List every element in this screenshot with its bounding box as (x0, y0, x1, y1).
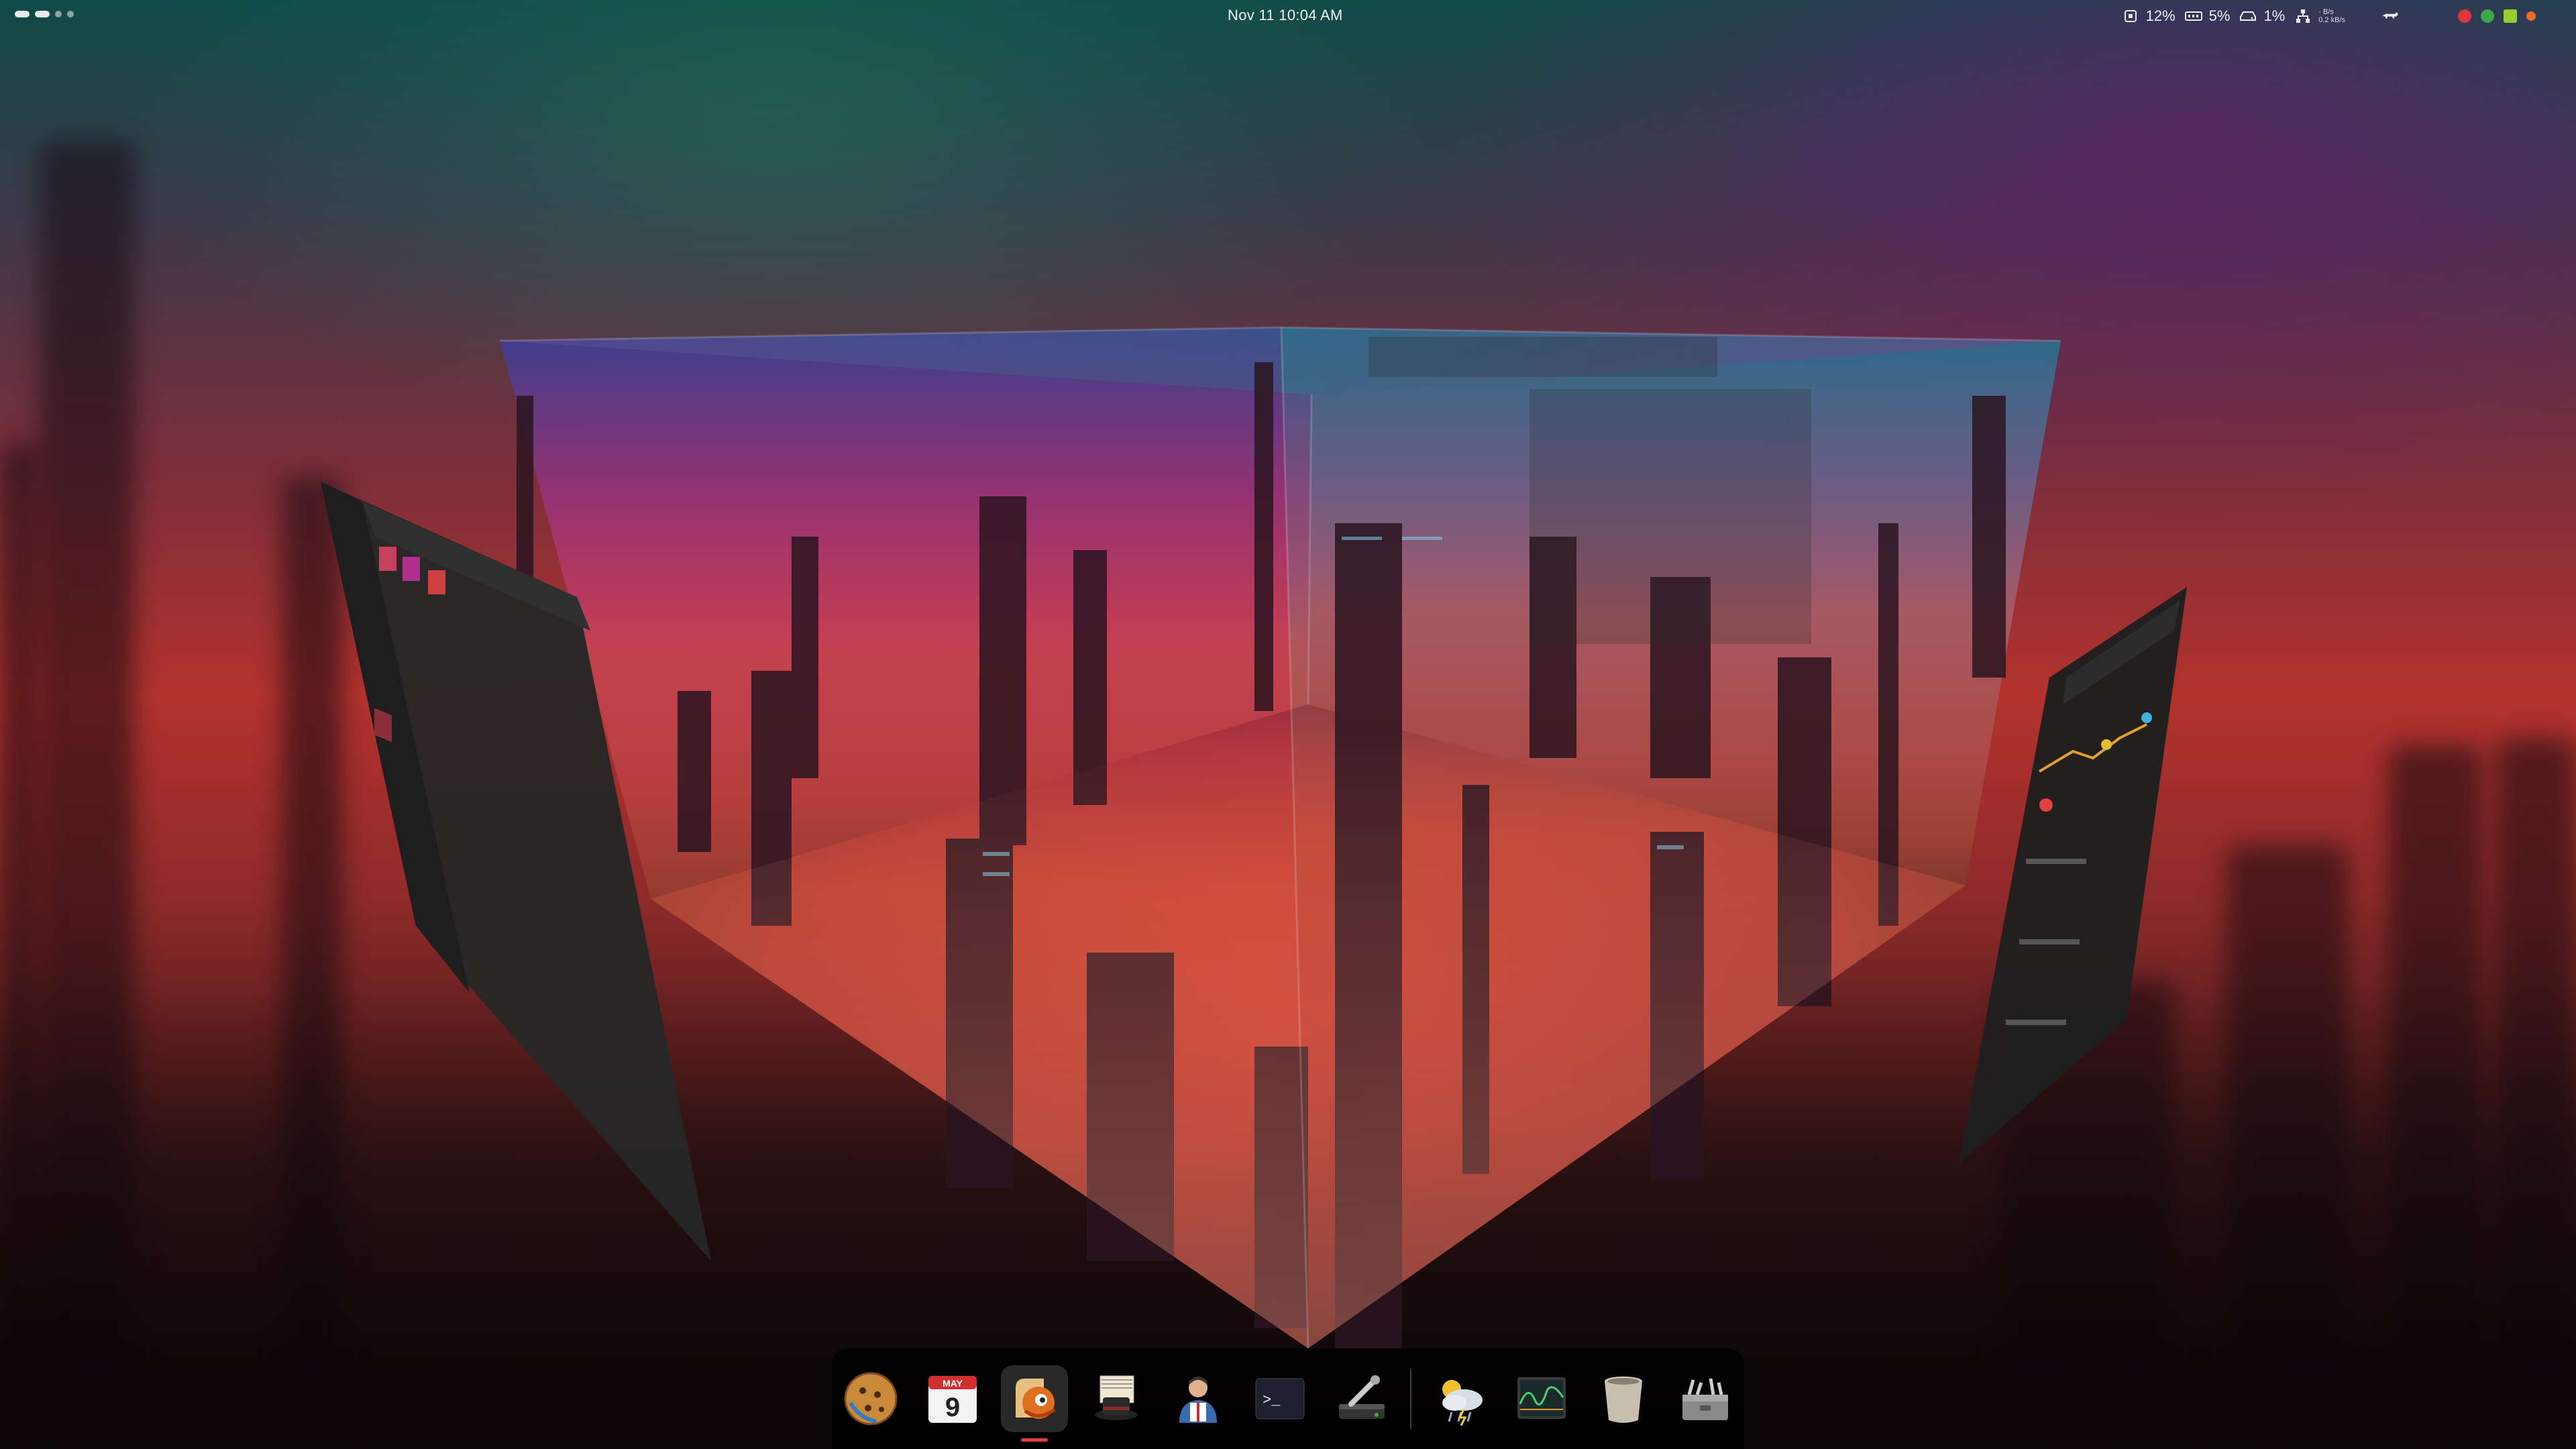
rhythmbox-icon[interactable] (1001, 1365, 1068, 1442)
top-panel: Nov 11 10:04 AM 12% 5% 1% · B/s 0.2 kB/s (0, 0, 2576, 32)
disk-indicator[interactable]: 1% (2239, 7, 2285, 25)
calendar-icon[interactable]: MAY 9 (919, 1365, 986, 1432)
weather-icon[interactable] (1426, 1365, 1493, 1432)
workspace-dot-active[interactable] (15, 11, 30, 17)
workspace-dot[interactable] (35, 11, 50, 17)
terminal-prompt: >_ (1263, 1392, 1281, 1409)
dock: MAY 9 >_ (832, 1348, 1744, 1449)
memory-value: 5% (2208, 7, 2231, 24)
memory-indicator[interactable]: 5% (2184, 7, 2231, 25)
workspace-dot[interactable] (67, 11, 74, 17)
tray-lime-icon[interactable] (2504, 9, 2517, 23)
running-indicator (1021, 1438, 1048, 1442)
file-thumbnail[interactable] (428, 570, 445, 594)
network-up: · B/s (2318, 8, 2334, 16)
tray-green-icon[interactable] (2481, 9, 2494, 23)
workspace-cube (321, 326, 2187, 1349)
clock[interactable]: Nov 11 10:04 AM (1228, 7, 1343, 24)
cookie-app-icon[interactable] (837, 1365, 904, 1432)
contacts-icon[interactable] (1165, 1365, 1232, 1432)
system-monitor-icon[interactable] (1508, 1365, 1575, 1432)
disk-icon (2239, 9, 2257, 23)
cpu-indicator[interactable]: 12% (2122, 7, 2176, 25)
network-indicator[interactable]: · B/s 0.2 kB/s (2294, 8, 2345, 24)
extension-indicator[interactable] (2381, 9, 2399, 23)
calendar-day: 9 (945, 1393, 960, 1422)
network-down: 0.2 kB/s (2318, 16, 2345, 24)
tray-red-icon[interactable] (2458, 9, 2471, 23)
network-icon (2294, 9, 2312, 23)
tray-orange-icon[interactable] (2526, 11, 2536, 21)
disk-utility-icon[interactable] (1328, 1365, 1395, 1432)
system-indicators[interactable]: 12% 5% 1% · B/s 0.2 kB/s (2122, 4, 2536, 28)
file-thumbnail[interactable] (379, 547, 396, 571)
dock-separator (1410, 1368, 1411, 1429)
disk-value: 1% (2263, 7, 2286, 24)
workspace-indicator[interactable] (15, 11, 74, 17)
cat-icon (2381, 9, 2399, 23)
cpu-value: 12% (2145, 7, 2176, 24)
terminal-icon[interactable]: >_ (1246, 1365, 1313, 1432)
network-speed: · B/s 0.2 kB/s (2318, 8, 2345, 24)
calendar-month: MAY (943, 1378, 963, 1389)
memory-icon (2184, 9, 2202, 23)
toolbox-icon[interactable] (1672, 1365, 1739, 1432)
notes-hat-icon[interactable] (1083, 1365, 1150, 1432)
trash-icon[interactable] (1590, 1365, 1657, 1432)
cpu-icon (2122, 9, 2139, 23)
workspace-dot[interactable] (55, 11, 62, 17)
file-thumbnail[interactable] (402, 557, 420, 581)
